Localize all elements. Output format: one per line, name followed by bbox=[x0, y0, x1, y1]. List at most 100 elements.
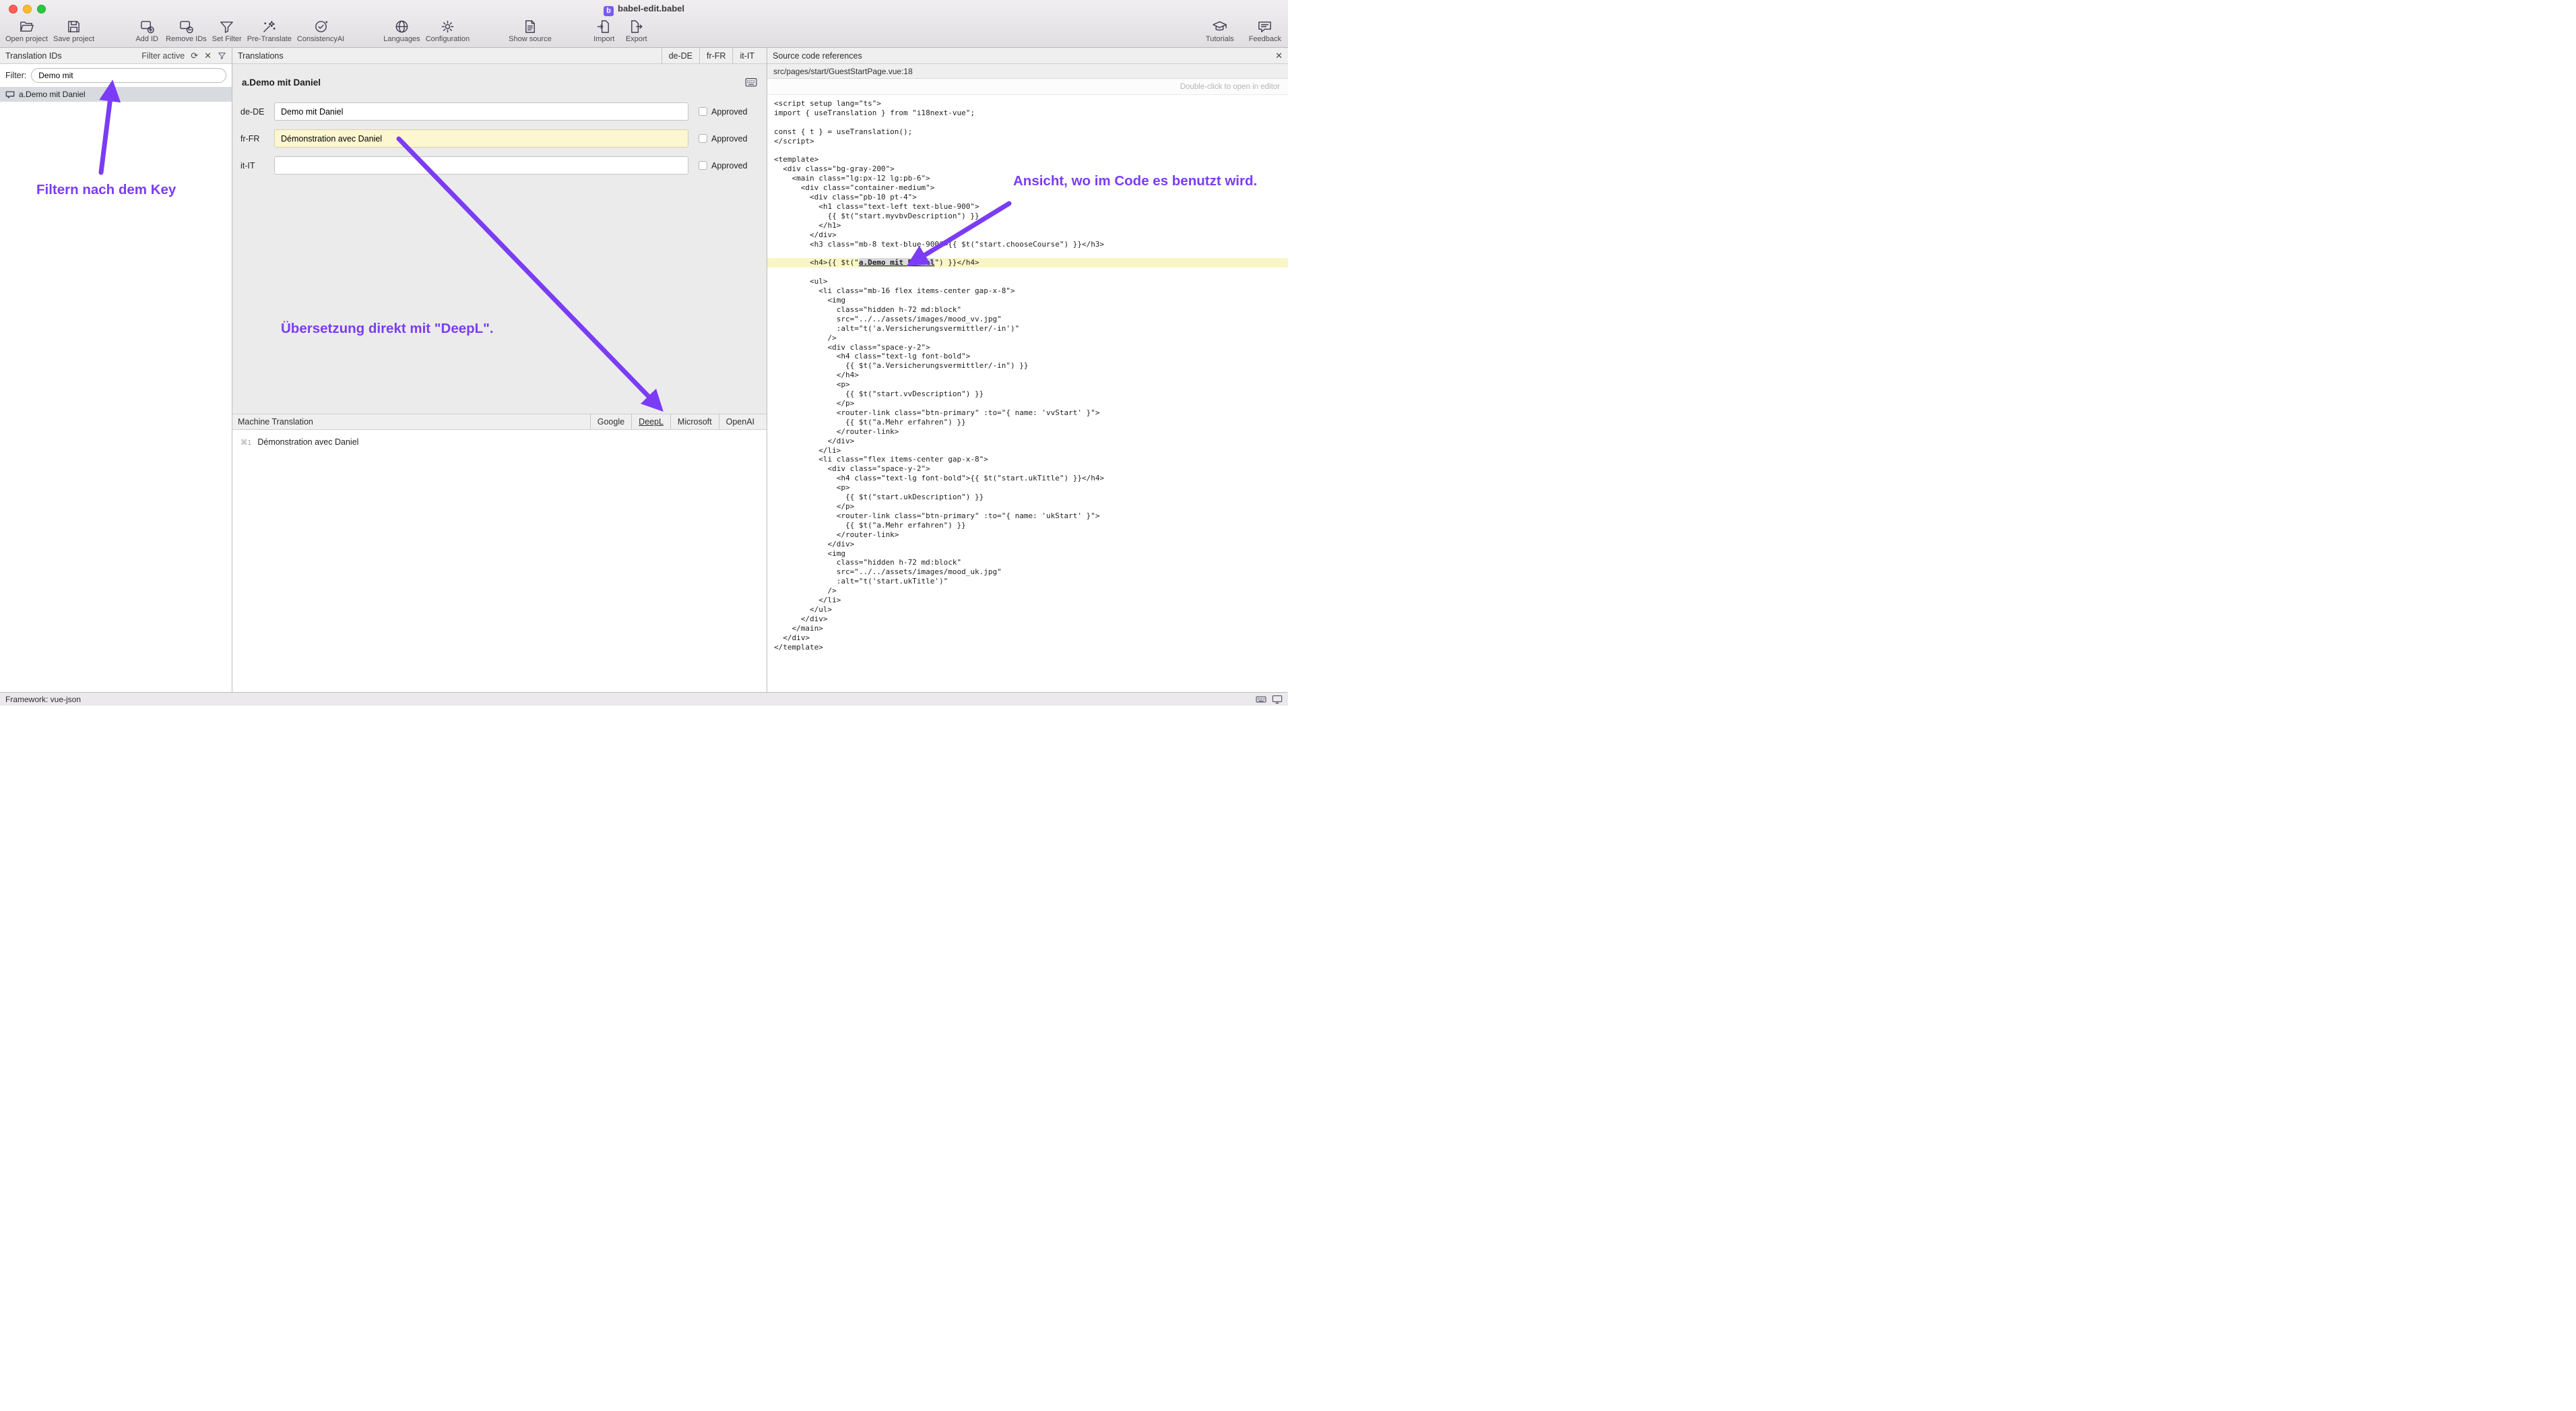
translations-title: Translations bbox=[238, 51, 284, 61]
tab-google[interactable]: Google bbox=[590, 414, 631, 429]
open-project-label: Open project bbox=[5, 35, 48, 43]
export-button[interactable]: Export bbox=[623, 19, 650, 43]
source-references-panel: Source code references ✕ src/pages/start… bbox=[767, 48, 1288, 692]
translation-key-row: a.Demo mit Daniel bbox=[242, 77, 757, 88]
tab-it-IT[interactable]: it-IT bbox=[732, 48, 761, 63]
title-bar: bbabel-edit.babel bbox=[0, 0, 1288, 18]
tutorials-button[interactable]: Tutorials bbox=[1206, 19, 1234, 43]
source-references-title: Source code references bbox=[773, 51, 862, 61]
source-references-header: Source code references ✕ bbox=[767, 48, 1288, 64]
open-project-button[interactable]: Open project bbox=[5, 19, 48, 43]
machine-translation-header: Machine Translation Google DeepL Microso… bbox=[232, 414, 767, 430]
translations-body: a.Demo mit Daniel de-DE Approved fr-FR A… bbox=[232, 64, 767, 414]
import-icon bbox=[596, 19, 612, 34]
translation-row-it: it-IT Approved bbox=[240, 156, 759, 175]
translation-input-de[interactable] bbox=[274, 102, 688, 121]
approved-checkbox-it[interactable] bbox=[699, 161, 707, 170]
locale-tabs: de-DE fr-FR it-IT bbox=[662, 48, 761, 63]
save-project-button[interactable]: Save project bbox=[53, 19, 94, 43]
comment-icon[interactable] bbox=[745, 77, 757, 88]
set-filter-button[interactable]: Set Filter bbox=[212, 19, 242, 43]
globe-icon bbox=[394, 19, 410, 34]
locale-label-it: it-IT bbox=[240, 161, 274, 170]
approved-fr: Approved bbox=[699, 134, 748, 144]
approved-de: Approved bbox=[699, 107, 748, 117]
configuration-button[interactable]: Configuration bbox=[426, 19, 470, 43]
open-folder-icon bbox=[19, 19, 34, 34]
translation-key-title: a.Demo mit Daniel bbox=[242, 77, 321, 88]
tab-microsoft[interactable]: Microsoft bbox=[670, 414, 719, 429]
approved-label: Approved bbox=[711, 134, 748, 144]
clear-filter-icon[interactable]: ✕ bbox=[204, 51, 212, 60]
shortcut-badge: ⌘1 bbox=[240, 439, 251, 447]
translations-panel: Translations de-DE fr-FR it-IT a.Demo mi… bbox=[232, 48, 767, 692]
status-bar: Framework: vue-json bbox=[0, 692, 1288, 706]
pre-translate-button[interactable]: Pre-Translate bbox=[247, 19, 292, 43]
main-area: Translation IDs Filter active ⟳ ✕ Filter… bbox=[0, 48, 1288, 692]
filter-label: Filter: bbox=[5, 71, 26, 80]
graduation-cap-icon bbox=[1212, 19, 1227, 34]
status-icons bbox=[1256, 694, 1283, 705]
tutorials-label: Tutorials bbox=[1206, 35, 1234, 43]
machine-translation-result-row[interactable]: ⌘1 Démonstration avec Daniel bbox=[240, 437, 759, 447]
filter-row: Filter: bbox=[0, 64, 232, 87]
filter-icon[interactable] bbox=[218, 51, 226, 60]
feedback-button[interactable]: Feedback bbox=[1249, 19, 1281, 43]
machine-translation-tabs: Google DeepL Microsoft OpenAI bbox=[590, 414, 761, 429]
filter-active-label: Filter active bbox=[141, 51, 185, 61]
translation-ids-title: Translation IDs bbox=[5, 51, 62, 61]
translation-row-de: de-DE Approved bbox=[240, 102, 759, 121]
highlighted-translation-key: a.Demo mit Daniel bbox=[859, 258, 935, 267]
translations-header: Translations de-DE fr-FR it-IT bbox=[232, 48, 767, 64]
toolbar-right: Tutorials Feedback bbox=[1191, 19, 1281, 43]
app-logo-icon: b bbox=[604, 6, 614, 16]
funnel-icon bbox=[219, 19, 234, 34]
approved-it: Approved bbox=[699, 161, 748, 170]
tab-openai[interactable]: OpenAI bbox=[719, 414, 761, 429]
keyboard-icon[interactable] bbox=[1256, 694, 1266, 705]
show-source-label: Show source bbox=[509, 35, 552, 43]
add-id-button[interactable]: Add ID bbox=[133, 19, 160, 43]
id-bubble-icon bbox=[5, 90, 15, 99]
gear-icon bbox=[440, 19, 455, 34]
translation-ids-header: Translation IDs Filter active ⟳ ✕ bbox=[0, 48, 232, 64]
tab-deepl[interactable]: DeepL bbox=[631, 414, 670, 429]
machine-translation-result: Démonstration avec Daniel bbox=[257, 437, 358, 447]
file-reference-label: src/pages/start/GuestStartPage.vue:18 bbox=[773, 67, 913, 76]
consistency-ai-button[interactable]: ConsistencyAI bbox=[297, 19, 344, 43]
window-title: bbabel-edit.babel bbox=[0, 3, 1288, 16]
consistency-badge-icon bbox=[313, 19, 329, 34]
speech-bubble-icon bbox=[1257, 19, 1273, 34]
import-label: Import bbox=[593, 35, 614, 43]
translation-id-item[interactable]: a.Demo mit Daniel bbox=[0, 87, 232, 102]
translation-input-fr[interactable] bbox=[274, 129, 688, 148]
approved-checkbox-de[interactable] bbox=[699, 107, 707, 116]
add-id-icon bbox=[139, 19, 155, 34]
code-block: <script setup lang="ts">import { useTran… bbox=[767, 95, 1288, 692]
show-source-button[interactable]: Show source bbox=[509, 19, 552, 43]
display-icon[interactable] bbox=[1272, 694, 1283, 705]
remove-ids-button[interactable]: Remove IDs bbox=[166, 19, 207, 43]
remove-id-icon bbox=[179, 19, 194, 34]
configuration-label: Configuration bbox=[426, 35, 470, 43]
file-reference-bar[interactable]: src/pages/start/GuestStartPage.vue:18 bbox=[767, 64, 1288, 79]
languages-label: Languages bbox=[383, 35, 420, 43]
translation-input-it[interactable] bbox=[274, 156, 688, 175]
languages-button[interactable]: Languages bbox=[383, 19, 420, 43]
feedback-label: Feedback bbox=[1249, 35, 1281, 43]
approved-label: Approved bbox=[711, 161, 748, 170]
add-id-label: Add ID bbox=[135, 35, 158, 43]
translation-ids-panel: Translation IDs Filter active ⟳ ✕ Filter… bbox=[0, 48, 232, 692]
import-button[interactable]: Import bbox=[591, 19, 618, 43]
save-project-label: Save project bbox=[53, 35, 94, 43]
close-panel-icon[interactable]: ✕ bbox=[1275, 51, 1283, 60]
locale-label-fr: fr-FR bbox=[240, 134, 274, 144]
approved-checkbox-fr[interactable] bbox=[699, 134, 707, 143]
filter-input[interactable] bbox=[31, 68, 226, 83]
translation-id-label: a.Demo mit Daniel bbox=[19, 90, 86, 99]
tab-de-DE[interactable]: de-DE bbox=[662, 48, 699, 63]
machine-translation-body: ⌘1 Démonstration avec Daniel bbox=[232, 430, 767, 692]
tab-fr-FR[interactable]: fr-FR bbox=[699, 48, 732, 63]
window-chrome: bbabel-edit.babel Open project Save proj… bbox=[0, 0, 1288, 48]
refresh-icon[interactable]: ⟳ bbox=[191, 51, 198, 60]
